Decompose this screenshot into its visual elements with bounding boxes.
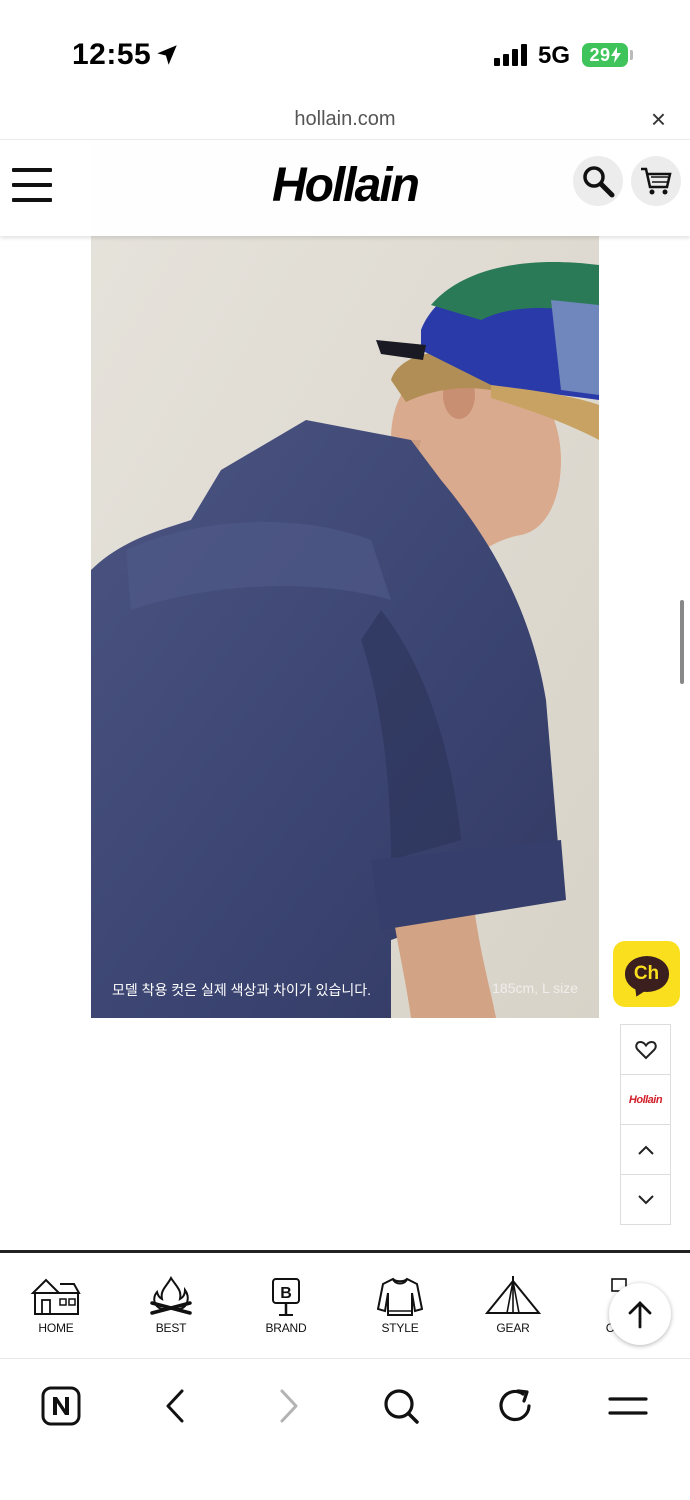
url-domain[interactable]: hollain.com [0, 108, 690, 131]
refresh-button[interactable] [490, 1381, 540, 1431]
category-style[interactable]: STYLE [360, 1275, 440, 1335]
category-nav: HOME BEST B BRAND STYLE GEAR C [0, 1250, 690, 1358]
category-label: STYLE [381, 1321, 419, 1335]
kakao-chat-icon: Ch [624, 956, 669, 992]
naver-icon [41, 1386, 81, 1426]
category-brand[interactable]: B BRAND [246, 1275, 326, 1335]
cart-button[interactable] [631, 156, 681, 206]
model-photo-illustration [91, 140, 599, 1018]
browser-toolbar [0, 1358, 690, 1500]
scroll-indicator[interactable] [680, 600, 684, 684]
kakao-channel-button[interactable]: Ch [613, 941, 680, 1007]
battery-level: 29 [589, 44, 611, 65]
search-icon [384, 1389, 419, 1424]
product-photo: 모델 착용 컷은 실제 색상과 차이가 있습니다. 185cm, L size [91, 140, 599, 1018]
status-bar: 12:55 5G 29 [0, 0, 690, 100]
floating-quick-menu: Hollain [620, 1024, 671, 1225]
chevron-down-icon [637, 1194, 654, 1204]
browser-menu-button[interactable] [603, 1381, 653, 1431]
network-type: 5G [538, 42, 571, 69]
category-best[interactable]: BEST [131, 1275, 211, 1335]
url-bar[interactable]: hollain.com × [0, 100, 690, 140]
status-time: 12:55 [72, 38, 152, 71]
search-icon [583, 166, 615, 198]
battery-indicator: 29 [582, 43, 628, 67]
scroll-up-button[interactable] [620, 1124, 671, 1175]
battery-cap [630, 50, 633, 60]
category-label: BRAND [265, 1321, 307, 1335]
cart-icon [641, 167, 672, 195]
signpost-icon: B [272, 1278, 300, 1316]
category-home[interactable]: HOME [16, 1275, 96, 1335]
category-label: GEAR [496, 1321, 530, 1335]
photo-caption: 모델 착용 컷은 실제 색상과 차이가 있습니다. [112, 982, 372, 998]
forward-button[interactable] [264, 1381, 314, 1431]
svg-text:B: B [280, 1285, 292, 1302]
tent-icon [485, 1276, 541, 1314]
category-label: HOME [38, 1321, 74, 1335]
kakao-label: Ch [633, 963, 660, 984]
site-header: Hollain [0, 140, 690, 236]
cellular-signal-icon [494, 44, 527, 66]
menu-icon [608, 1397, 648, 1415]
category-label: BEST [155, 1321, 187, 1335]
location-arrow-icon [157, 45, 177, 65]
house-icon [30, 1278, 81, 1315]
close-icon[interactable]: × [651, 106, 666, 132]
back-button[interactable] [150, 1381, 200, 1431]
forward-icon [280, 1389, 298, 1423]
wishlist-button[interactable] [620, 1024, 671, 1075]
scroll-to-top-button[interactable] [609, 1283, 671, 1345]
search-button[interactable] [573, 156, 623, 206]
sweater-icon [377, 1277, 423, 1316]
heart-icon [634, 1040, 657, 1059]
arrow-up-icon [628, 1301, 652, 1329]
category-gear[interactable]: GEAR [473, 1275, 553, 1335]
brand-badge-logo: Hollain [628, 1093, 663, 1106]
refresh-icon [499, 1389, 531, 1422]
photo-size-info: 185cm, L size [492, 980, 578, 996]
naver-home-button[interactable] [36, 1381, 86, 1431]
back-icon [166, 1389, 184, 1423]
campfire-icon [150, 1275, 192, 1315]
brand-badge-button[interactable]: Hollain [620, 1074, 671, 1125]
charging-bolt-icon [610, 47, 621, 63]
chevron-up-icon [637, 1145, 654, 1155]
scroll-down-button[interactable] [620, 1174, 671, 1225]
search-button[interactable] [376, 1381, 426, 1431]
